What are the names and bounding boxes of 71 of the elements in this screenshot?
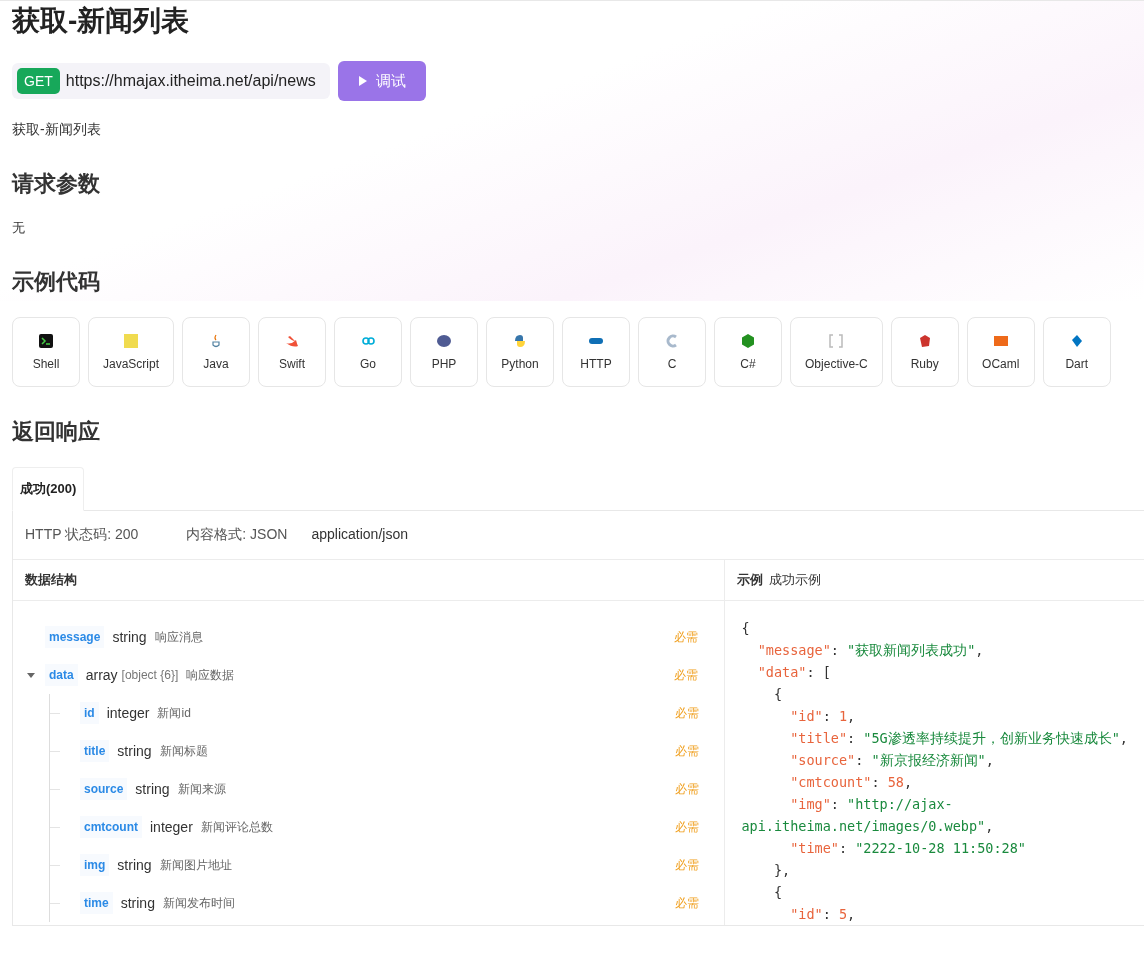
language-card[interactable]: OCaml (966, 317, 1035, 387)
page-title: 获取-新闻列表 (12, 4, 191, 38)
terminal-icon (38, 333, 54, 349)
field-name: id (80, 702, 99, 724)
field-description: 新闻标题 (159, 742, 208, 760)
field-description: 新闻图片地址 (159, 856, 232, 874)
field-type: string (112, 629, 147, 645)
field-description: 新闻id (157, 704, 191, 722)
field-name: title (80, 740, 110, 762)
language-card[interactable]: Java (182, 317, 251, 387)
section-heading: 请求参数 (12, 170, 101, 198)
play-icon (357, 75, 368, 87)
language-card[interactable]: Objective-C (790, 317, 883, 387)
method-badge: GET (17, 68, 60, 94)
field-description: 响应数据 (186, 666, 235, 684)
field-type: string (135, 781, 170, 797)
field-type: integer (106, 705, 150, 721)
language-card[interactable]: Go (334, 317, 403, 387)
caret-icon[interactable] (27, 671, 35, 679)
response-info: HTTP 状态码: 200 (25, 526, 139, 544)
square-icon (992, 333, 1009, 349)
required-label: 必需 (675, 704, 699, 722)
field-type: string (120, 895, 155, 911)
square-icon (123, 333, 139, 349)
required-label: 必需 (675, 742, 699, 760)
example-label: 示例 (737, 571, 764, 589)
section-heading: 返回响应 (12, 418, 101, 446)
language-card[interactable]: Shell (12, 317, 80, 387)
field-type: string (117, 743, 152, 759)
response-info: 内容格式: JSON (186, 526, 288, 544)
json-example-text: { "message": "获取新闻列表成功", "data": [ { "id": 1, "title": "5G渗透率持续提升，创新业务快速成长", "source": "新京报经济新闻", "cmtcount": 58, "img": "http://ajax- api.itheima.net/images/0.webp", "time": "2222-10-28 11:50:28" }, { "id": 5, (740, 619, 1129, 924)
bracket-icon (828, 333, 845, 349)
field-name: data (45, 664, 78, 686)
column-heading: 数据结构 (25, 571, 77, 589)
required-label: 必需 (675, 818, 699, 836)
language-card[interactable]: Ruby (890, 317, 959, 387)
field-name: img (80, 854, 110, 876)
ellipse-icon (436, 333, 453, 349)
params-value: 无 (12, 219, 26, 237)
required-label: 必需 (675, 856, 699, 874)
field-name: source (80, 778, 128, 800)
language-card[interactable]: Swift (258, 317, 327, 387)
language-card[interactable]: Dart (1042, 317, 1111, 387)
hexagon-icon (740, 333, 757, 349)
response-info: application/json (311, 526, 408, 544)
url-text: https://hmajax.itheima.net/api/news (65, 72, 316, 90)
field-name: time (80, 892, 113, 914)
field-description: 响应消息 (154, 628, 203, 646)
language-card[interactable]: C (638, 317, 707, 387)
field-type: integer (150, 819, 193, 835)
language-card[interactable]: HTTP (562, 317, 631, 387)
field-type: string (117, 857, 152, 873)
type-detail: [object {6}] (121, 668, 179, 682)
field-type: array (85, 667, 118, 683)
field-description: 新闻评论总数 (200, 818, 273, 836)
response-tab[interactable]: 成功(200) (12, 467, 85, 511)
required-label: 必需 (674, 666, 698, 684)
field-name: cmtcount (80, 816, 142, 838)
description: 获取-新闻列表 (12, 121, 102, 139)
required-label: 必需 (675, 894, 699, 912)
required-label: 必需 (674, 628, 698, 646)
required-label: 必需 (675, 780, 699, 798)
language-card[interactable]: PHP (410, 317, 479, 387)
section-heading: 示例代码 (12, 268, 101, 296)
field-description: 新闻发布时间 (162, 894, 235, 912)
field-description: 新闻来源 (177, 780, 226, 798)
language-card[interactable]: C# (714, 317, 783, 387)
language-card[interactable]: JavaScript (88, 317, 175, 387)
example-name: 成功示例 (769, 571, 822, 589)
field-name: message (45, 626, 105, 648)
language-card[interactable]: Python (486, 317, 555, 387)
